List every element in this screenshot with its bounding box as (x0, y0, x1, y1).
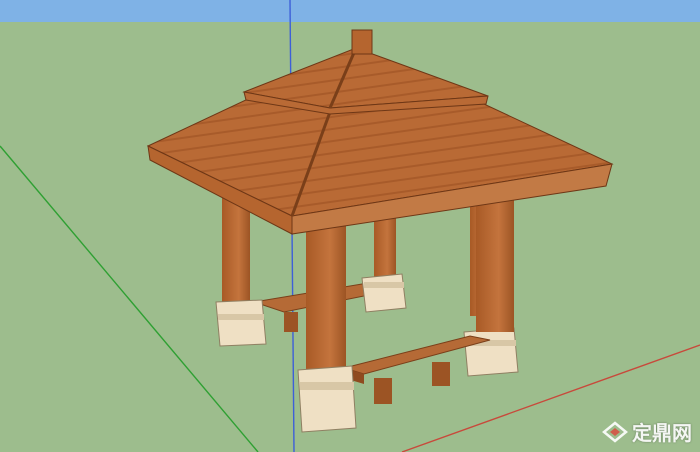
roof-finial (351, 29, 373, 55)
watermark: 定鼎网 (602, 417, 692, 446)
plinth-right (463, 327, 519, 377)
pavilion-scene (0, 0, 700, 452)
model-viewport[interactable]: 定鼎网 (0, 0, 700, 452)
post-front-left (222, 198, 250, 304)
bench-back-leg (284, 312, 298, 332)
plinth-front-left (215, 299, 267, 347)
post-back-left (374, 218, 396, 280)
plinth-front-center (297, 365, 357, 433)
post-front-right (476, 196, 514, 332)
bench-front-leg-1 (374, 378, 392, 404)
dingding-logo-icon (602, 420, 628, 443)
post-front-center (306, 224, 346, 376)
watermark-text: 定鼎网 (632, 421, 692, 445)
bench-front-leg-2 (432, 362, 450, 386)
plinth-back-left (361, 273, 407, 313)
